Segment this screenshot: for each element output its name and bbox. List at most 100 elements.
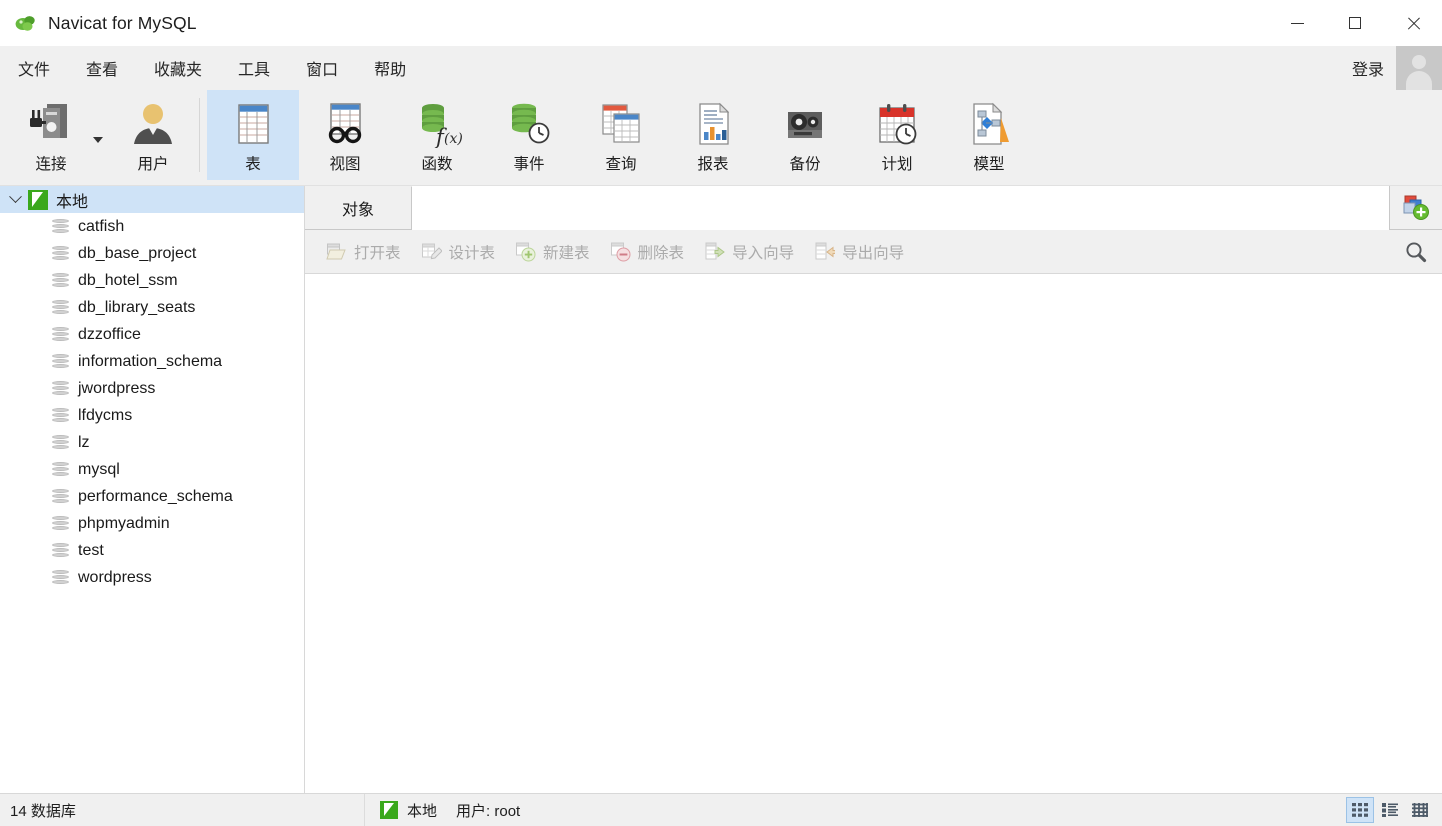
toolbar-button-event[interactable]: 事件 — [483, 90, 575, 180]
toolbar-button-backup[interactable]: 备份 — [759, 90, 851, 180]
navicat-window: Navicat for MySQL 文件 查看 收藏夹 工具 窗口 帮助 登录 — [0, 0, 1442, 826]
tab-objects[interactable]: 对象 — [305, 186, 411, 229]
toolbar-button-query[interactable]: 查询 — [575, 90, 667, 180]
database-icon — [52, 488, 69, 505]
tree-item-database[interactable]: lfdycms — [0, 402, 304, 429]
list-view-icon[interactable] — [1376, 797, 1404, 823]
minimize-button[interactable] — [1268, 0, 1326, 46]
tree-item-database[interactable]: db_hotel_ssm — [0, 267, 304, 294]
grid-view-icon[interactable] — [1346, 797, 1374, 823]
database-label: information_schema — [78, 352, 223, 370]
database-icon — [52, 326, 69, 343]
tree-item-database[interactable]: phpmyadmin — [0, 510, 304, 537]
database-label: catfish — [78, 217, 125, 235]
tab-empty-area — [411, 186, 1389, 230]
action-export-wizard-label: 导出向导 — [842, 244, 905, 262]
action-design-table[interactable]: 设计表 — [412, 236, 505, 268]
action-import-wizard[interactable]: 导入向导 — [695, 236, 803, 268]
status-bar: 14 数据库 本地 用户: root — [0, 793, 1442, 826]
menu-tools[interactable]: 工具 — [220, 46, 288, 90]
database-label: mysql — [78, 460, 120, 478]
toolbar-button-user[interactable]: 用户 — [114, 90, 192, 180]
database-label: performance_schema — [78, 487, 233, 505]
tree-item-database[interactable]: information_schema — [0, 348, 304, 375]
status-connection-name: 本地 — [407, 802, 438, 820]
new-table-icon — [515, 241, 536, 262]
delete-table-icon — [610, 241, 631, 262]
tree-item-database[interactable]: wordpress — [0, 564, 304, 591]
search-icon[interactable] — [1390, 230, 1442, 274]
detail-view-icon[interactable] — [1406, 797, 1434, 823]
tree-item-database[interactable]: mysql — [0, 456, 304, 483]
object-list-area[interactable] — [305, 274, 1442, 793]
database-label: lfdycms — [78, 406, 133, 424]
toolbar-button-schedule[interactable]: 计划 — [851, 90, 943, 180]
toolbar-button-model[interactable]: 模型 — [943, 90, 1035, 180]
tree-item-database[interactable]: jwordpress — [0, 375, 304, 402]
toolbar-label-model: 模型 — [973, 156, 1005, 173]
schedule-icon — [871, 98, 923, 150]
toolbar-button-view[interactable]: 视图 — [299, 90, 391, 180]
toolbar-label-function: 函数 — [421, 156, 453, 173]
login-link[interactable]: 登录 — [1352, 56, 1384, 80]
object-action-bar: 打开表 设计表 新建表 删除表 导入向导 导出向导 — [305, 230, 1442, 274]
connection-icon — [25, 98, 77, 150]
connection-dropdown-arrow-icon[interactable] — [90, 90, 106, 180]
menu-window[interactable]: 窗口 — [288, 46, 356, 90]
menu-right-group: 登录 — [1352, 46, 1442, 90]
menu-view[interactable]: 查看 — [68, 46, 136, 90]
toolbar-button-table[interactable]: 表 — [207, 90, 299, 180]
action-delete-table[interactable]: 删除表 — [601, 236, 694, 268]
import-wizard-icon — [704, 241, 725, 262]
close-button[interactable] — [1384, 0, 1442, 46]
export-wizard-icon — [814, 241, 836, 262]
toolbar-separator — [199, 98, 200, 172]
menu-favorites[interactable]: 收藏夹 — [136, 46, 220, 90]
action-open-table[interactable]: 打开表 — [317, 236, 410, 268]
tree-item-database[interactable]: db_library_seats — [0, 294, 304, 321]
connection-node-icon — [380, 801, 398, 819]
menu-file[interactable]: 文件 — [0, 46, 68, 90]
toolbar-button-connection[interactable]: 连接 — [12, 90, 90, 180]
database-icon — [52, 272, 69, 289]
menu-favorites-label: 收藏夹 — [154, 62, 203, 79]
toolbar-button-report[interactable]: 报表 — [667, 90, 759, 180]
view-icon — [319, 98, 371, 150]
backup-icon — [779, 98, 831, 150]
status-connection-info: 本地 用户: root — [365, 794, 520, 826]
toolbar-label-table: 表 — [245, 156, 261, 173]
menu-file-label: 文件 — [18, 62, 51, 79]
action-export-wizard[interactable]: 导出向导 — [805, 236, 913, 268]
menu-help-label: 帮助 — [374, 62, 407, 79]
tree-item-database[interactable]: dzzoffice — [0, 321, 304, 348]
database-label: jwordpress — [78, 379, 156, 397]
connection-node-icon — [28, 189, 48, 210]
database-label: db_base_project — [78, 244, 197, 262]
database-icon — [52, 542, 69, 559]
right-pane: 对象 打开表 设计表 新建表 删除表 导入向导 导出向导 — [305, 186, 1442, 793]
action-new-table[interactable]: 新建表 — [506, 236, 599, 268]
tree-node-root-local[interactable]: 本地 — [0, 186, 304, 213]
tree-item-database[interactable]: performance_schema — [0, 483, 304, 510]
tree-item-database[interactable]: db_base_project — [0, 240, 304, 267]
toolbar-label-backup: 备份 — [789, 156, 821, 173]
new-tab-icon[interactable] — [1389, 186, 1442, 229]
menu-help[interactable]: 帮助 — [356, 46, 424, 90]
title-bar: Navicat for MySQL — [0, 0, 1442, 46]
chevron-down-icon[interactable] — [2, 190, 28, 204]
maximize-button[interactable] — [1326, 0, 1384, 46]
main-body: 本地 catfish db_base_project db_hotel_ssm … — [0, 186, 1442, 793]
database-label: db_library_seats — [78, 298, 196, 316]
main-toolbar: 连接 用户 表 视图 f (x) 函数 事件 查询 报表 备份 计划 模型 — [0, 90, 1442, 186]
toolbar-button-function[interactable]: f (x) 函数 — [391, 90, 483, 180]
user-avatar-icon[interactable] — [1396, 46, 1442, 90]
connection-tree-sidebar[interactable]: 本地 catfish db_base_project db_hotel_ssm … — [0, 186, 305, 793]
function-icon: f (x) — [411, 98, 463, 150]
tree-item-database[interactable]: catfish — [0, 213, 304, 240]
tree-item-database[interactable]: test — [0, 537, 304, 564]
database-label: phpmyadmin — [78, 514, 170, 532]
menu-window-label: 窗口 — [306, 62, 339, 79]
menu-view-label: 查看 — [86, 62, 119, 79]
tree-item-database[interactable]: lz — [0, 429, 304, 456]
menu-bar: 文件 查看 收藏夹 工具 窗口 帮助 登录 — [0, 46, 1442, 90]
